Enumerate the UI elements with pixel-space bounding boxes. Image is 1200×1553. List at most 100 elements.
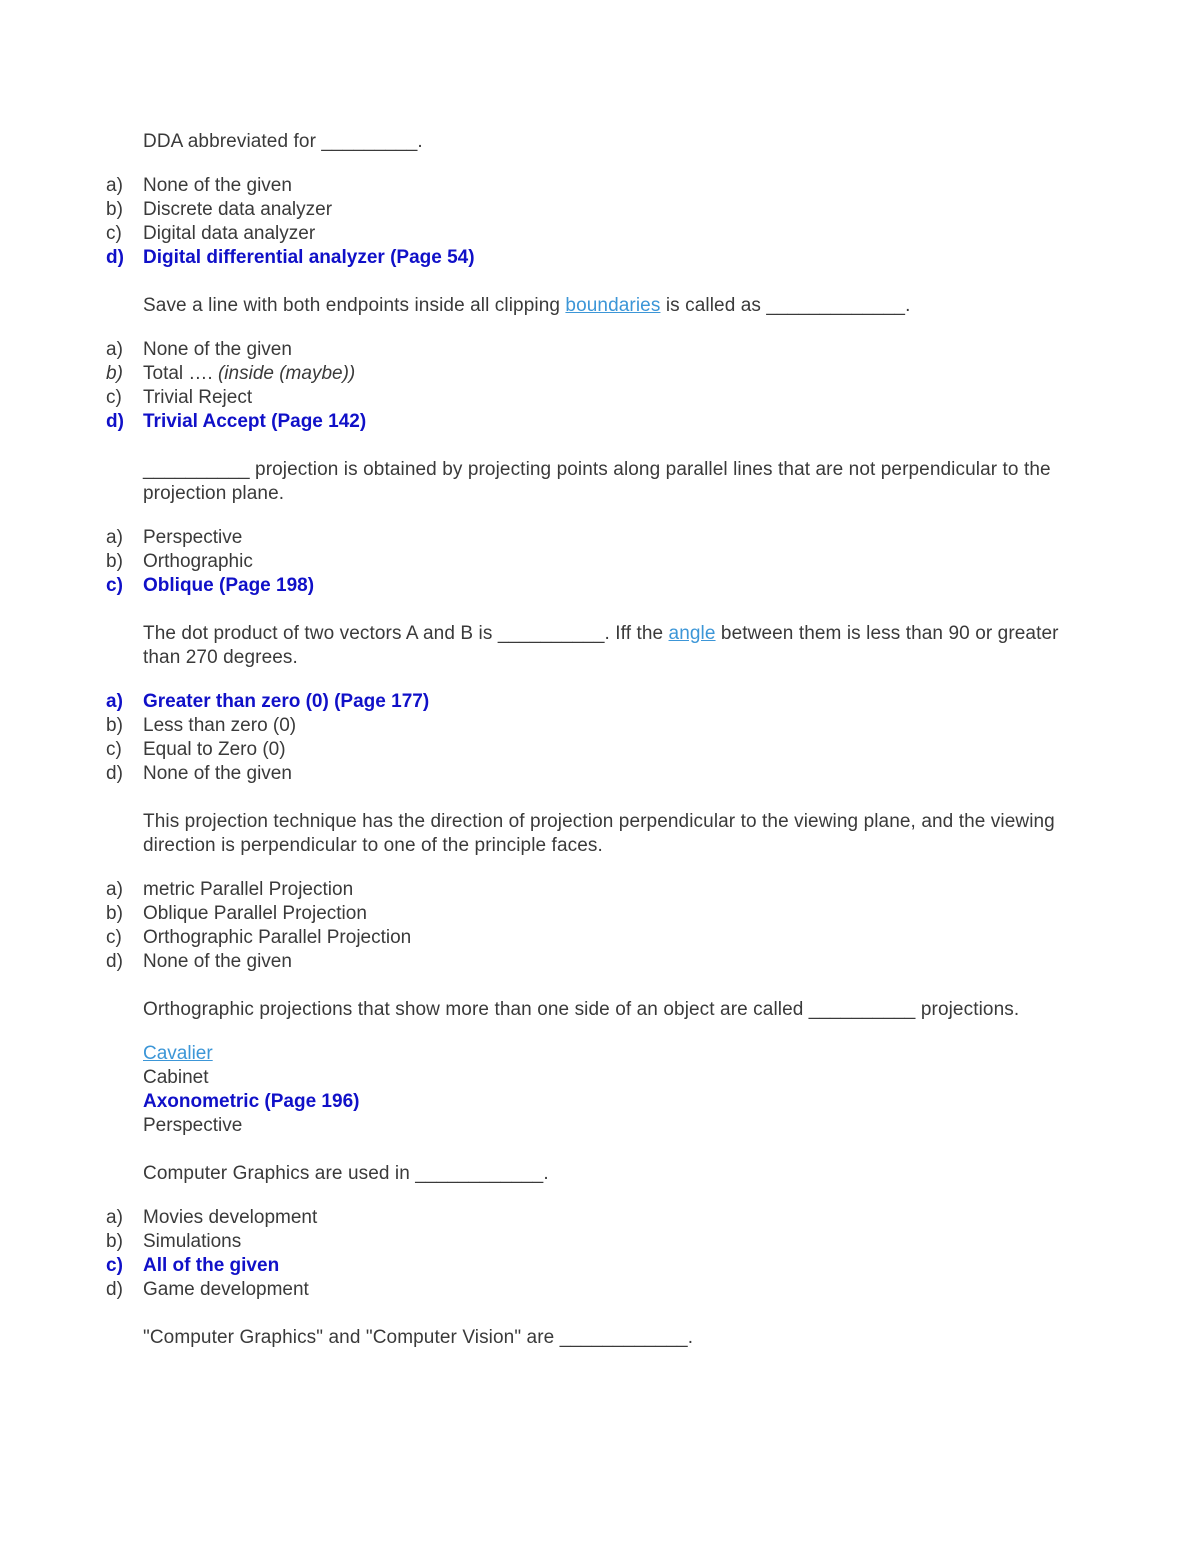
option[interactable]: b) Total …. (inside (maybe)) — [106, 362, 1066, 386]
option[interactable]: c) Orthographic Parallel Projection — [106, 926, 1066, 950]
option-label: c) — [106, 223, 122, 244]
option-text: Oblique (Page 198) — [143, 575, 315, 596]
option-label: b) — [106, 903, 123, 924]
option[interactable]: Cabinet — [143, 1066, 1066, 1090]
option[interactable]: d) Game development — [106, 1278, 1066, 1302]
option-label: a) — [106, 339, 123, 360]
option-correct[interactable]: c) All of the given — [106, 1254, 1066, 1278]
option-correct[interactable]: c) Oblique (Page 198) — [106, 574, 1066, 598]
question-stem: __________ projection is obtained by pro… — [143, 458, 1066, 506]
question-block: Save a line with both endpoints inside a… — [106, 294, 1066, 434]
question-block: The dot product of two vectors A and B i… — [106, 622, 1066, 786]
option[interactable]: b) Discrete data analyzer — [106, 198, 1066, 222]
option[interactable]: b) Oblique Parallel Projection — [106, 902, 1066, 926]
option-text: Game development — [143, 1279, 309, 1300]
fill-in-blank: ____________ — [415, 1163, 544, 1184]
option-text: Oblique Parallel Projection — [143, 903, 367, 924]
option-text: None of the given — [143, 339, 292, 360]
option[interactable]: c) Digital data analyzer — [106, 222, 1066, 246]
option-text: None of the given — [143, 175, 292, 196]
fill-in-blank: ____________ — [559, 1327, 688, 1348]
option-text: Greater than zero (0) (Page 177) — [143, 691, 430, 712]
stem-text: . — [905, 295, 911, 316]
stem-text: . — [417, 131, 423, 152]
fill-in-blank: _____________ — [766, 295, 906, 316]
option[interactable]: a) None of the given — [106, 338, 1066, 362]
option-label: c) — [106, 575, 123, 596]
option-label: a) — [106, 527, 123, 548]
stem-text: . — [687, 1327, 694, 1348]
inline-link[interactable]: angle — [669, 623, 716, 644]
stem-text: is called as — [660, 295, 767, 316]
option-label: b) — [106, 1231, 123, 1252]
question-block: __________ projection is obtained by pro… — [106, 458, 1066, 598]
option[interactable]: c) Trivial Reject — [106, 386, 1066, 410]
stem-text: projection is obtained by projecting poi… — [143, 459, 1051, 504]
option-list: a) metric Parallel Projection b) Oblique Pa… — [106, 878, 1066, 974]
option-correct[interactable]: a) Greater than zero (0) (Page 177) — [106, 690, 1066, 714]
option-text: Less than zero (0) — [143, 715, 297, 736]
option[interactable]: a) metric Parallel Projection — [106, 878, 1066, 902]
option-correct[interactable]: Axonometric (Page 196) — [143, 1090, 1066, 1114]
stem-text: . — [543, 1163, 549, 1184]
option[interactable]: Cavalier — [143, 1042, 1066, 1066]
option-text-plain: Total …. — [143, 363, 218, 384]
option-text: Simulations — [143, 1231, 242, 1252]
option-label: b) — [106, 715, 123, 736]
option[interactable]: a) None of the given — [106, 174, 1066, 198]
question-block: This projection technique has the direct… — [106, 810, 1066, 974]
option[interactable]: a) Movies development — [106, 1206, 1066, 1230]
option-correct[interactable]: d) Trivial Accept (Page 142) — [106, 410, 1066, 434]
stem-text: projections. — [915, 999, 1020, 1020]
option[interactable]: a) Perspective — [106, 526, 1066, 550]
option-list: Cavalier Cabinet Axonometric (Page 196) Per… — [106, 1042, 1066, 1138]
option[interactable]: Perspective — [143, 1114, 1066, 1138]
option-text: metric Parallel Projection — [143, 879, 354, 900]
option-label: a) — [106, 175, 123, 196]
option-list: a) None of the given b) Total …. (inside (m… — [106, 338, 1066, 434]
stem-text: Computer Graphics are used in — [143, 1163, 416, 1184]
option[interactable]: c) Equal to Zero (0) — [106, 738, 1066, 762]
question-stem: This projection technique has the direct… — [143, 810, 1066, 858]
option-text: Cabinet — [143, 1067, 209, 1088]
question-block: "Computer Graphics" and "Computer Vision… — [106, 1326, 1066, 1350]
stem-text: Orthographic projections that show more … — [143, 999, 809, 1020]
option-link[interactable]: Cavalier — [143, 1043, 213, 1064]
option-text: All of the given — [143, 1255, 280, 1276]
option-list: a) None of the given b) Discrete data analy… — [106, 174, 1066, 270]
option[interactable]: d) None of the given — [106, 762, 1066, 786]
option-label: d) — [106, 1279, 123, 1300]
option[interactable]: b) Simulations — [106, 1230, 1066, 1254]
option-text: Movies development — [143, 1207, 318, 1228]
stem-text: The dot product of two vectors A and B i… — [143, 623, 498, 644]
option-label: b) — [106, 363, 123, 384]
option-label: b) — [106, 199, 123, 220]
option-list: a) Perspective b) Orthographic c) Oblique (Pa… — [106, 526, 1066, 598]
option-text: Orthographic Parallel Projection — [143, 927, 412, 948]
question-block: Computer Graphics are used in __________… — [106, 1162, 1066, 1302]
option-label: c) — [106, 739, 122, 760]
option-text: Axonometric (Page 196) — [143, 1091, 360, 1112]
question-block: Orthographic projections that show more … — [106, 998, 1066, 1138]
option-text: Digital data analyzer — [143, 223, 316, 244]
option-label: c) — [106, 1255, 123, 1276]
stem-text: "Computer Graphics" and "Computer Vision… — [143, 1327, 560, 1348]
option-text-italic: (inside (maybe)) — [217, 363, 356, 384]
document-body: DDA abbreviated for _________. a) None of … — [106, 130, 1066, 1350]
stem-text: Save a line with both endpoints inside a… — [143, 295, 566, 316]
option-label: d) — [106, 411, 124, 432]
option[interactable]: b) Orthographic — [106, 550, 1066, 574]
option-correct[interactable]: d) Digital differential analyzer (Page 54… — [106, 246, 1066, 270]
inline-link[interactable]: boundaries — [565, 295, 660, 316]
question-stem: Computer Graphics are used in __________… — [143, 1162, 1066, 1186]
option-label: d) — [106, 247, 124, 268]
option[interactable]: d) None of the given — [106, 950, 1066, 974]
question-stem: Save a line with both endpoints inside a… — [143, 294, 1066, 318]
option[interactable]: b) Less than zero (0) — [106, 714, 1066, 738]
